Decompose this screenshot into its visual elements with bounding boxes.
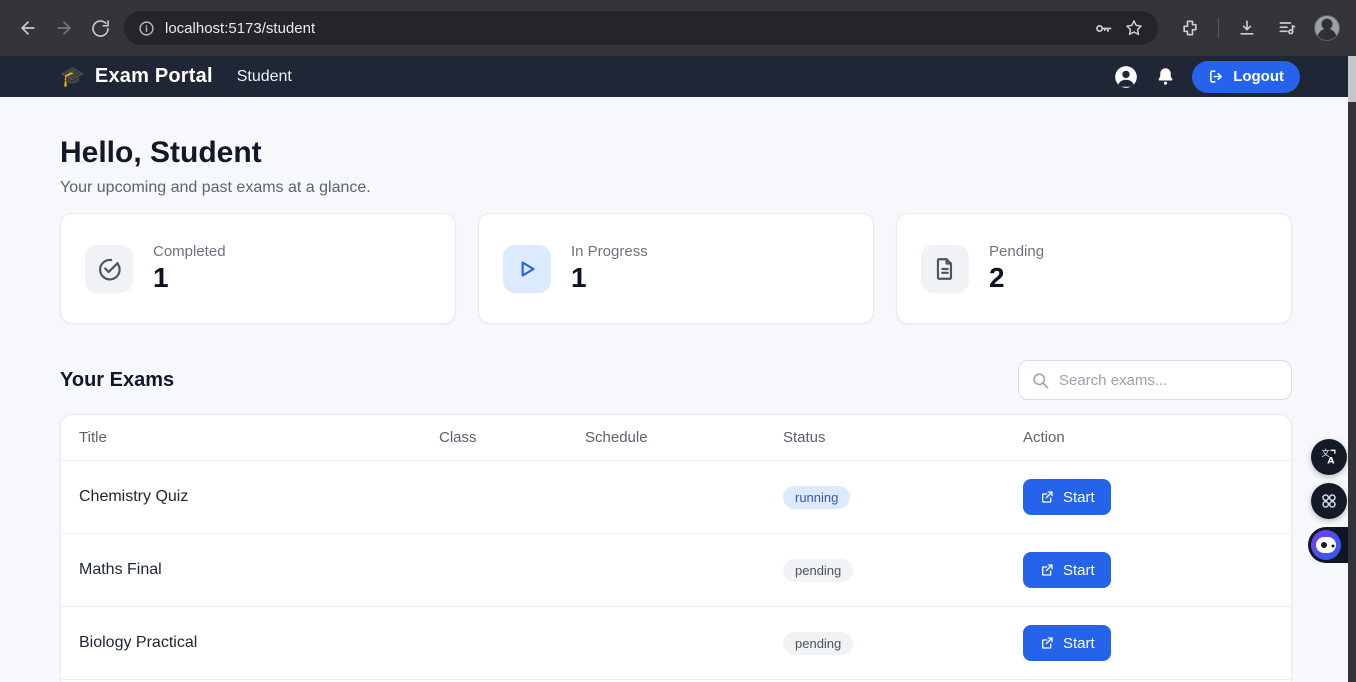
stat-card-in-progress: In Progress 1 [478,213,874,324]
start-button[interactable]: Start [1023,479,1111,515]
password-key-icon[interactable] [1093,18,1114,39]
downloads-button[interactable] [1229,10,1265,46]
status-badge: running [783,486,850,509]
table-header-row: Title Class Schedule Status Action [61,415,1291,461]
stat-icon-tile [85,245,133,293]
exams-section-title: Your Exams [60,369,174,392]
translate-icon: 文 A [1319,447,1339,467]
url-text[interactable]: localhost:5173/student [165,20,1083,37]
exam-title: Chemistry Quiz [79,488,439,506]
extensions-button[interactable] [1172,10,1208,46]
file-text-icon [932,256,958,282]
exam-title: Maths Final [79,561,439,579]
scrollbar-thumb[interactable] [1348,56,1356,102]
logout-icon [1208,68,1225,85]
student-dashboard: Hello, Student Your upcoming and past ex… [0,97,1356,682]
forward-arrow-icon [54,18,74,38]
stat-label: Completed [153,243,226,260]
role-label: Student [237,68,292,86]
logout-button[interactable]: Logout [1192,61,1300,93]
site-info-icon[interactable] [138,20,155,37]
media-controls-button[interactable] [1269,10,1305,46]
external-link-icon [1039,489,1055,505]
external-link-icon [1039,562,1055,578]
translate-widget-button[interactable]: 文 A [1311,439,1347,475]
page-scrollbar[interactable] [1348,56,1356,682]
external-link-icon [1039,635,1055,651]
search-box[interactable] [1018,360,1292,400]
table-row: Chemistry Quiz running Start [61,461,1291,534]
bell-icon[interactable] [1155,66,1176,87]
column-header-schedule: Schedule [585,429,783,446]
stat-icon-tile [503,245,551,293]
toolbar-separator [1218,18,1219,38]
browser-menu-button[interactable] [1349,10,1356,46]
brand-title: Exam Portal [95,65,213,88]
stat-label: Pending [989,243,1044,260]
search-icon [1031,371,1050,390]
user-circle-icon[interactable] [1113,64,1139,90]
media-playlist-icon [1277,18,1297,38]
exam-title: Biology Practical [79,634,439,652]
browser-toolbar: localhost:5173/student [0,0,1356,56]
column-header-class: Class [439,429,585,446]
graduation-cap-logo-icon: 🎓 [60,64,85,89]
assistant-mascot-icon [1311,530,1341,560]
profile-button[interactable] [1309,10,1345,46]
stats-row: Completed 1 In Progress 1 Pending 2 [60,213,1292,324]
search-input[interactable] [1059,372,1279,389]
navbar-right-cluster: Logout [1113,61,1300,93]
check-circle-icon [96,256,122,282]
page-subtitle: Your upcoming and past exams at a glance… [60,177,1292,199]
start-label: Start [1063,635,1095,652]
table-row: Maths Final pending Start [61,534,1291,607]
status-badge: pending [783,559,853,582]
stat-icon-tile [921,245,969,293]
column-header-status: Status [783,429,1023,446]
extensions-puzzle-icon [1180,18,1200,38]
download-icon [1237,18,1257,38]
start-label: Start [1063,562,1095,579]
back-button[interactable] [10,10,46,46]
column-header-title: Title [79,429,439,446]
stat-card-completed: Completed 1 [60,213,456,324]
table-row: Biology Practical pending Start [61,607,1291,680]
apps-widget-button[interactable] [1311,483,1347,519]
start-label: Start [1063,489,1095,506]
grid-circles-icon [1319,491,1339,511]
stat-value: 1 [571,262,648,294]
svg-text:A: A [1327,456,1335,467]
stat-card-pending: Pending 2 [896,213,1292,324]
reload-button[interactable] [82,10,118,46]
column-header-action: Action [1023,429,1291,446]
start-button[interactable]: Start [1023,625,1111,661]
page-title: Hello, Student [60,135,1292,171]
status-badge: pending [783,632,853,655]
stat-value: 2 [989,262,1044,294]
address-bar[interactable]: localhost:5173/student [124,11,1158,45]
profile-avatar [1314,15,1340,41]
toolbar-right-cluster [1172,10,1356,46]
forward-button[interactable] [46,10,82,46]
logout-label: Logout [1233,68,1284,85]
exams-table: Title Class Schedule Status Action Chemi… [60,414,1292,682]
reload-icon [91,19,110,38]
back-arrow-icon [18,18,38,38]
play-icon [514,256,540,282]
start-button[interactable]: Start [1023,552,1111,588]
stat-value: 1 [153,262,226,294]
exams-section-header: Your Exams [60,360,1292,400]
bookmark-star-icon[interactable] [1124,18,1144,38]
stat-label: In Progress [571,243,648,260]
app-navbar: 🎓 Exam Portal Student Logout [0,56,1356,97]
